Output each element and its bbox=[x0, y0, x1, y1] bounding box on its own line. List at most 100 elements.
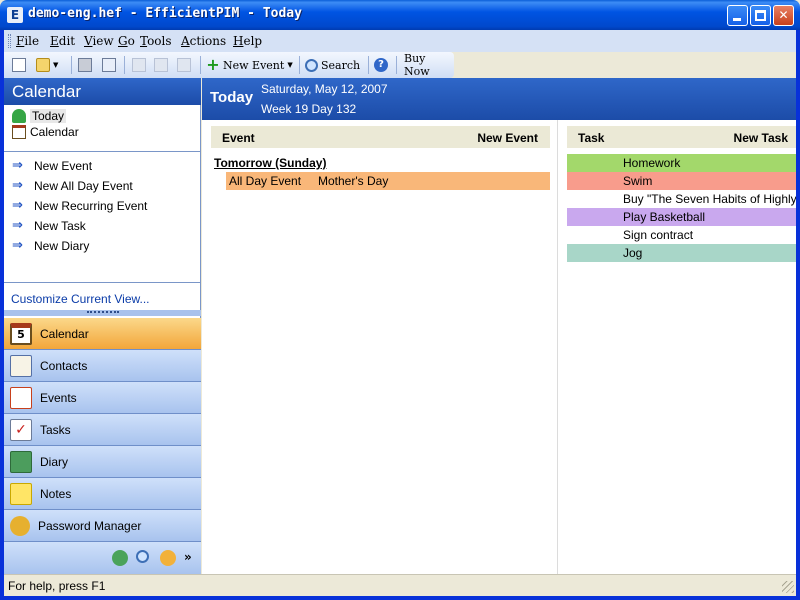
action-label: New Diary bbox=[34, 238, 90, 253]
task-name: Swim bbox=[623, 174, 653, 188]
nav-notes[interactable]: Notes bbox=[4, 478, 201, 510]
action-new-recurring-event[interactable]: ⇒ New Recurring Event bbox=[12, 198, 147, 213]
menu-go[interactable]: Go bbox=[118, 34, 135, 48]
event-type: All Day Event bbox=[229, 174, 302, 188]
sidebar: Calendar Today Calendar ⇒ New Event ⇒ Ne… bbox=[4, 78, 201, 574]
chevron-down-icon[interactable]: ▼ bbox=[287, 61, 292, 69]
task-name: Homework bbox=[623, 156, 681, 170]
task-name: Buy "The Seven Habits of Highly Effectiv… bbox=[623, 192, 796, 206]
today-date: Saturday, May 12, 2007 bbox=[261, 82, 388, 96]
plus-icon: + bbox=[206, 55, 220, 74]
today-header: Today Saturday, May 12, 2007 Week 19 Day… bbox=[202, 78, 796, 120]
new-event-button[interactable]: + New Event ▼ bbox=[206, 55, 292, 75]
window-title: demo-eng.hef - EfficientPIM - Today bbox=[28, 6, 302, 21]
new-document-button[interactable] bbox=[12, 55, 26, 75]
task-row[interactable]: Homework bbox=[567, 154, 796, 172]
new-task-link[interactable]: New Task bbox=[734, 131, 788, 145]
arrow-right-icon: ⇒ bbox=[12, 218, 23, 233]
minimize-button[interactable] bbox=[727, 5, 748, 26]
action-new-task[interactable]: ⇒ New Task bbox=[12, 218, 86, 233]
tree-item-today[interactable]: Today bbox=[12, 109, 67, 123]
menu-file[interactable]: File bbox=[16, 34, 39, 48]
customize-view-link[interactable]: Customize Current View... bbox=[11, 292, 150, 306]
arrow-right-icon: ⇒ bbox=[12, 158, 23, 173]
task-row[interactable]: Jog bbox=[567, 244, 796, 262]
divider bbox=[4, 151, 201, 152]
new-document-icon bbox=[12, 58, 26, 72]
key-icon bbox=[10, 515, 30, 536]
menu-actions[interactable]: Actions bbox=[181, 34, 226, 48]
nav-label: Tasks bbox=[40, 422, 71, 437]
chevron-down-icon[interactable]: ▼ bbox=[53, 61, 58, 69]
action-new-event[interactable]: ⇒ New Event bbox=[12, 158, 92, 173]
sidebar-splitter[interactable] bbox=[4, 310, 201, 316]
close-button[interactable]: ✕ bbox=[773, 5, 794, 26]
task-row[interactable]: Play Basketball bbox=[567, 208, 796, 226]
menubar-grip[interactable] bbox=[8, 34, 11, 48]
buy-now-button[interactable]: Buy Now bbox=[404, 52, 454, 78]
copy-button[interactable] bbox=[154, 55, 168, 75]
nav-label: Diary bbox=[40, 454, 69, 469]
window-frame-right bbox=[796, 30, 800, 600]
cut-button[interactable] bbox=[132, 55, 146, 75]
web-icon[interactable] bbox=[160, 550, 176, 566]
nav-contacts[interactable]: Contacts bbox=[4, 350, 201, 382]
paste-button[interactable] bbox=[177, 55, 191, 75]
resize-grip[interactable] bbox=[782, 581, 794, 593]
toolbar-separator bbox=[200, 56, 201, 74]
menu-help[interactable]: Help bbox=[233, 34, 262, 48]
task-row[interactable]: Swim bbox=[567, 172, 796, 190]
toolbar-separator bbox=[368, 56, 369, 74]
print-button[interactable] bbox=[78, 55, 92, 75]
today-icon bbox=[12, 109, 26, 123]
nav-label: Password Manager bbox=[38, 518, 142, 533]
contacts-icon bbox=[10, 354, 32, 377]
toolbar-separator bbox=[396, 56, 397, 74]
divider bbox=[4, 282, 201, 283]
print-icon bbox=[78, 58, 92, 72]
sync-icon[interactable] bbox=[112, 550, 128, 566]
nav-label: Calendar bbox=[40, 326, 89, 341]
status-text: For help, press F1 bbox=[8, 579, 106, 593]
nav-calendar[interactable]: 5 Calendar bbox=[4, 318, 201, 350]
notes-icon bbox=[10, 482, 32, 505]
nav-label: Events bbox=[40, 390, 77, 405]
nav-events[interactable]: Events bbox=[4, 382, 201, 414]
action-label: New All Day Event bbox=[34, 178, 133, 193]
maximize-button[interactable] bbox=[750, 5, 771, 26]
menu-view[interactable]: View bbox=[84, 34, 114, 48]
task-row[interactable]: Buy "The Seven Habits of Highly Effectiv… bbox=[567, 190, 796, 208]
tasks-checkmark-icon: ✓ bbox=[10, 418, 32, 441]
menu-edit[interactable]: Edit bbox=[50, 34, 75, 48]
new-event-link[interactable]: New Event bbox=[477, 131, 538, 145]
action-new-all-day-event[interactable]: ⇒ New All Day Event bbox=[12, 178, 133, 193]
more-chevron-icon[interactable]: » bbox=[184, 550, 194, 566]
nav-password-manager[interactable]: Password Manager bbox=[4, 510, 201, 542]
event-row[interactable]: All Day Event Mother's Day bbox=[226, 172, 550, 190]
close-icon: ✕ bbox=[778, 8, 789, 22]
splitter-grip bbox=[87, 311, 119, 314]
menu-tools[interactable]: Tools bbox=[140, 34, 172, 48]
title-bar: E demo-eng.hef - EfficientPIM - Today ✕ bbox=[0, 0, 800, 30]
search-icon[interactable] bbox=[136, 550, 149, 563]
event-name: Mother's Day bbox=[318, 174, 389, 188]
calendar-icon bbox=[12, 125, 26, 139]
maximize-icon bbox=[755, 10, 766, 21]
toolbar-separator bbox=[299, 56, 300, 74]
open-button[interactable]: ▼ bbox=[36, 55, 58, 75]
search-button[interactable]: Search bbox=[305, 55, 360, 75]
print-preview-button[interactable] bbox=[102, 55, 116, 75]
app-icon[interactable]: E bbox=[7, 7, 23, 23]
nav-diary[interactable]: Diary bbox=[4, 446, 201, 478]
tree-item-calendar[interactable]: Calendar bbox=[12, 125, 79, 139]
arrow-right-icon: ⇒ bbox=[12, 178, 23, 193]
action-new-diary[interactable]: ⇒ New Diary bbox=[12, 238, 89, 253]
arrow-right-icon: ⇒ bbox=[12, 198, 23, 213]
toolbar: ▼ + New Event ▼ Search ? Buy Now bbox=[4, 52, 454, 78]
help-button[interactable]: ? bbox=[374, 55, 388, 75]
tree-item-label: Today bbox=[30, 109, 67, 123]
action-label: New Task bbox=[34, 218, 86, 233]
task-row[interactable]: Sign contract bbox=[567, 226, 796, 244]
menu-bar: File Edit View Go Tools Actions Help bbox=[4, 30, 796, 52]
nav-tasks[interactable]: ✓ Tasks bbox=[4, 414, 201, 446]
